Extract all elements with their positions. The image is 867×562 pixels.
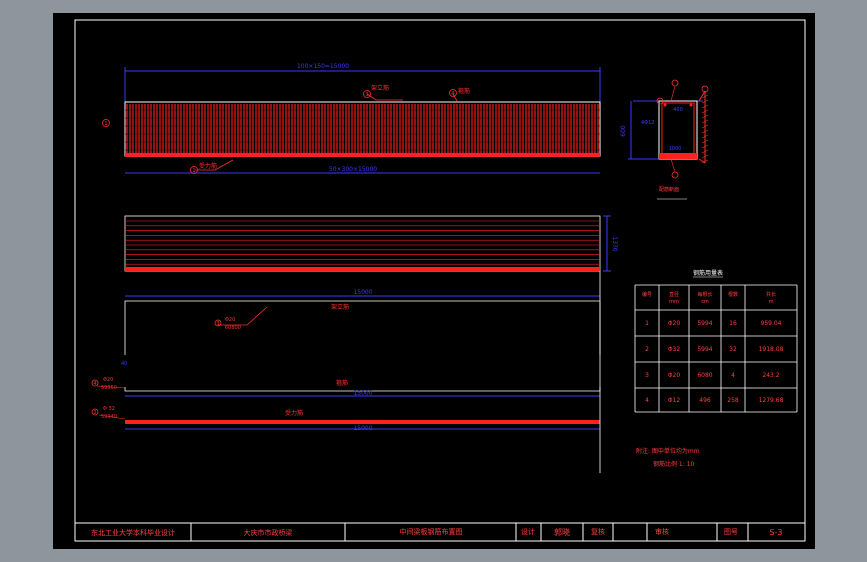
table-header-cell: 直径: [669, 291, 679, 298]
tb-number-value: S-3: [769, 528, 782, 537]
tb-check-label: 复核: [591, 527, 605, 536]
main-bar-elevation: [125, 153, 600, 157]
marker-3-label: 3: [365, 92, 368, 98]
cad-drawing: 100×150=15000 50×300×15000 3 架立筋 4 箍筋 1 …: [74, 19, 806, 542]
table-cell: 258: [727, 397, 739, 404]
table-cell: 3: [645, 372, 649, 379]
inner-frame: [74, 19, 806, 542]
note-line-2: 钢筋比例 1: 10: [653, 460, 694, 468]
tb-number-label: 图号: [724, 528, 738, 536]
table-cell: Φ20: [668, 320, 681, 327]
section-bottom-bars: [659, 153, 697, 159]
table-cell: Φ20: [668, 372, 681, 379]
main-bar-label: 受力筋: [199, 162, 217, 170]
tb-school: 东北工业大学本科毕业设计: [91, 528, 175, 537]
table-header-cell: 编号: [642, 291, 652, 298]
marker-1-bottom-label: 1: [192, 168, 195, 174]
tb-drawing-name: 中间梁板钢筋布置图: [400, 527, 463, 536]
bar3-marker: 3: [216, 321, 219, 327]
bar3-left-small: 40: [121, 361, 127, 367]
table-header-cell: 每根长: [697, 291, 712, 298]
table-cell: 32: [729, 346, 737, 353]
table-header-cell: m: [769, 299, 774, 305]
bar2-label: 受力筋: [285, 409, 303, 417]
section-width-dim: 400: [673, 107, 683, 113]
elevation-view: 100×150=15000 50×300×15000 3 架立筋 4 箍筋 1 …: [102, 63, 601, 174]
bar2-rebar: [125, 420, 600, 424]
table-cell: 4: [645, 397, 649, 404]
table-cell: 1: [645, 320, 649, 327]
table-header-cell: 根数: [728, 291, 738, 298]
section-height-dim: 600: [620, 125, 627, 137]
rebar-table: 钢筋用量表 编号 直径mm 每根长cm 根数 共长m 1 Φ20 5994 16 959.04 2 Φ…: [634, 269, 798, 413]
marker-1-left-label: 1: [104, 121, 107, 127]
plan-view: 1370: [124, 215, 618, 272]
bar3-spec: Φ20: [225, 317, 235, 323]
hook-label: 箍筋: [458, 87, 470, 95]
bar-details: 15000 40 3 Φ20 60800 架立筋 15000 4 Φ20 599…: [91, 271, 601, 473]
bar2-dimension: 15000: [353, 425, 372, 432]
section-caption: 配筋断面: [659, 186, 679, 193]
bar3-length: 60800: [225, 325, 241, 331]
bar4-length: 59960: [101, 385, 117, 391]
plan-bottom-bars: [125, 267, 600, 271]
title-block: 东北工业大学本科毕业设计 大庆市市政桥梁 中间梁板钢筋布置图 设计 郭晓 复核 …: [75, 522, 805, 541]
bar3-label: 架立筋: [331, 303, 349, 311]
table-cell: 1918.08: [759, 346, 784, 353]
bar2-spec: Φ 32: [103, 406, 115, 412]
tb-project: 大庆市市政桥梁: [244, 528, 293, 537]
drawing-sheet: 100×150=15000 50×300×15000 3 架立筋 4 箍筋 1 …: [53, 13, 815, 549]
marker-4-label: 4: [451, 91, 454, 97]
table-header-cell: 共长: [766, 291, 776, 298]
table-cell: 2: [645, 346, 649, 353]
bar3-dimension: 15000: [353, 289, 372, 296]
tb-design-label: 设计: [521, 527, 535, 536]
table-cell: 243.2: [762, 372, 779, 379]
stirrup-pattern: [125, 104, 600, 153]
cross-section: 600 4Φ12 400 1000 配筋断面: [620, 79, 709, 200]
bar2-length: 59940: [101, 414, 117, 420]
table-cell: Φ12: [668, 397, 681, 404]
tb-review-label: 审核: [655, 527, 669, 536]
stirrup-label: 架立筋: [371, 84, 389, 92]
table-cell: 5994: [697, 320, 712, 327]
bar4-marker: 4: [93, 381, 96, 387]
table-header-cell: mm: [669, 299, 679, 305]
note-line-1: 附注: 图中单位均为mm: [636, 447, 700, 455]
bar2-marker: 2: [93, 410, 96, 416]
section-top-note: 4Φ12: [641, 120, 654, 126]
table-cell: 16: [729, 320, 737, 327]
table-cell: 5994: [697, 346, 712, 353]
table-cell: 1279.68: [759, 397, 784, 404]
plan-side-dim: 1370: [611, 236, 618, 251]
bar4-label: 箍筋: [336, 379, 348, 387]
table-cell: 959.04: [761, 320, 782, 327]
table-header-cell: cm: [701, 299, 709, 305]
table-cell: 496: [699, 397, 711, 404]
bar4-spec: Φ20: [103, 377, 113, 383]
table-title: 钢筋用量表: [693, 269, 723, 277]
table-cell: 4: [731, 372, 735, 379]
tb-design-name: 郭晓: [554, 527, 570, 537]
table-cell: 6080: [697, 372, 712, 379]
bar4-dimension: 15000: [353, 390, 372, 397]
elevation-bottom-dimension: 50×300×15000: [329, 166, 377, 173]
table-cell: Φ32: [668, 346, 681, 353]
elevation-top-dimension: 100×150=15000: [297, 63, 349, 70]
section-bottom-note: 1000: [669, 146, 682, 152]
